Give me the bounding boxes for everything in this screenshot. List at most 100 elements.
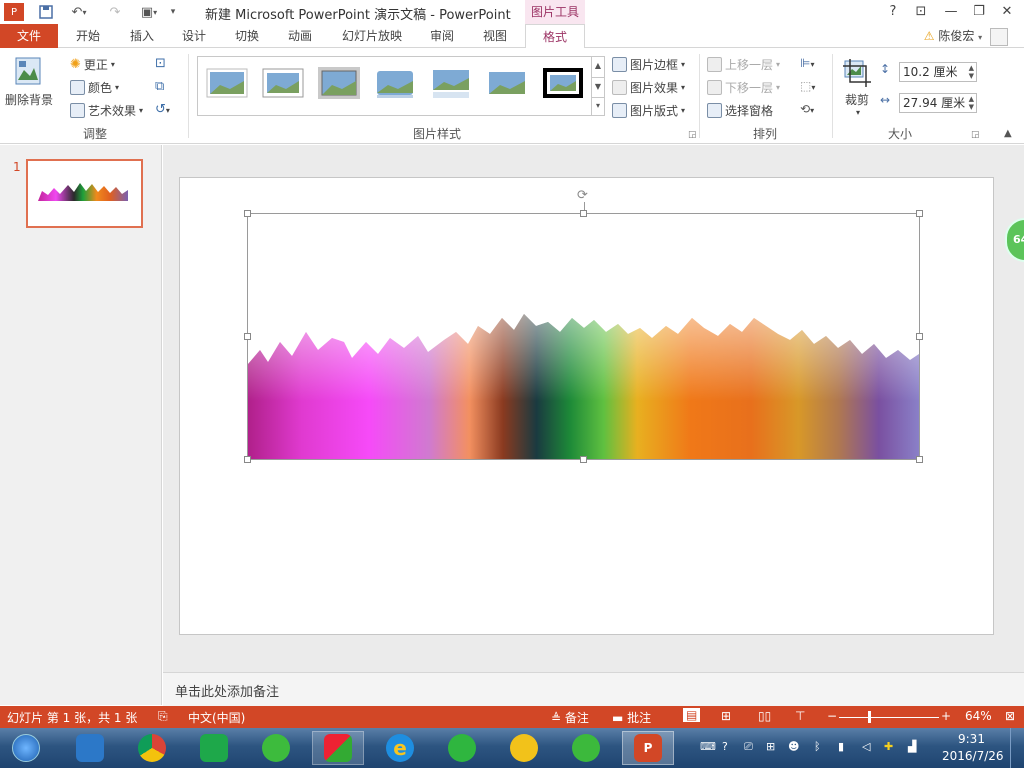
tab-home[interactable]: 开始 (62, 24, 114, 48)
style-thumbnail[interactable] (374, 67, 416, 99)
collapse-ribbon-icon[interactable]: ▲ (1004, 128, 1012, 139)
resize-handle[interactable] (580, 456, 587, 463)
gallery-scroll-down[interactable]: ▼ (591, 77, 604, 97)
crop-icon[interactable] (842, 58, 872, 88)
clock-date[interactable]: 2016/7/26 (942, 749, 1004, 763)
undo-icon[interactable]: ↶ ▾ (64, 2, 94, 22)
zoom-slider[interactable] (839, 717, 939, 718)
tab-format[interactable]: 格式 (525, 24, 585, 49)
qq-icon[interactable]: ☻ (788, 740, 799, 753)
tab-view[interactable]: 视图 (469, 24, 521, 48)
compress-pictures-icon[interactable]: ⊡ (155, 56, 166, 71)
fit-to-window-icon[interactable]: ⊠ (1005, 709, 1015, 723)
resize-handle[interactable] (244, 210, 251, 217)
save-icon[interactable] (35, 2, 57, 22)
tab-file[interactable]: 文件 (0, 24, 58, 48)
help-tray-icon[interactable]: ? (722, 740, 728, 753)
style-thumbnail[interactable] (262, 67, 304, 99)
resize-handle[interactable] (580, 210, 587, 217)
resize-handle[interactable] (916, 333, 923, 340)
minimize-button[interactable]: — (938, 2, 964, 22)
help-button[interactable]: ? (880, 2, 906, 22)
display-icon[interactable]: ⎚ (744, 740, 753, 754)
remove-background-button[interactable]: 删除背景 (5, 91, 53, 108)
green-app-taskbar-icon[interactable] (188, 731, 240, 765)
crop-button[interactable]: 裁剪 (845, 91, 869, 108)
notes-pane[interactable]: 单击此处添加备注 (163, 672, 1024, 706)
file-manager-taskbar-icon[interactable] (64, 731, 116, 765)
security-app-taskbar-icon[interactable] (560, 731, 612, 765)
language-indicator[interactable]: 中文(中国) (188, 709, 245, 726)
corrections-button[interactable]: ✺ 更正 ▾ (70, 56, 115, 73)
dropdown-icon[interactable]: ▾ (856, 108, 860, 117)
resize-handle[interactable] (916, 210, 923, 217)
selected-picture[interactable] (244, 210, 923, 463)
dialog-launcher-icon[interactable]: ◲ (971, 130, 980, 140)
powerpoint-app-icon[interactable]: P (4, 3, 24, 21)
gallery-more-button[interactable]: ▾ (591, 97, 604, 115)
start-from-beginning-icon[interactable]: ▣ ▾ (134, 2, 164, 22)
change-picture-icon[interactable]: ⧉ (155, 79, 164, 94)
puzzle-app-taskbar-icon[interactable] (312, 731, 364, 765)
browser-taskbar-icon[interactable] (250, 731, 302, 765)
chrome-taskbar-icon[interactable] (126, 731, 178, 765)
user-account[interactable]: ⚠ 陈俊宏 ▾ (924, 24, 1008, 48)
style-thumbnail[interactable] (206, 67, 248, 99)
reading-view-icon[interactable]: ▯▯ (758, 709, 771, 723)
notes-toggle-button[interactable]: ≜ 备注 (551, 709, 589, 726)
close-button[interactable]: ✕ (994, 2, 1020, 22)
style-thumbnail[interactable] (486, 67, 528, 99)
selection-pane-button[interactable]: 选择窗格 (707, 102, 773, 119)
wechat-taskbar-icon[interactable] (436, 731, 488, 765)
rotate-handle-icon[interactable]: ⟳ (577, 188, 588, 203)
color-button[interactable]: 颜色 ▾ (70, 79, 119, 96)
volume-icon[interactable]: ◁ (862, 740, 870, 753)
send-backward-button[interactable]: 下移一层 ▾ (707, 79, 780, 96)
rotate-icon[interactable]: ⟲▾ (800, 102, 814, 116)
tab-insert[interactable]: 插入 (116, 24, 168, 48)
artistic-effects-button[interactable]: 艺术效果 ▾ (70, 102, 143, 119)
security-tray-icon[interactable]: ✚ (884, 740, 893, 753)
width-field[interactable]: 27.94 厘米 ▲ ▼ (899, 93, 977, 113)
normal-view-icon[interactable]: ▤ (683, 708, 701, 722)
remove-background-icon[interactable] (8, 56, 48, 90)
group-objects-icon[interactable]: ⬚▾ (800, 79, 815, 93)
gallery-scroll-up[interactable]: ▲ (591, 57, 604, 77)
zoom-out-button[interactable]: − (827, 709, 837, 723)
zoom-in-button[interactable]: + (941, 709, 951, 723)
resize-handle[interactable] (244, 456, 251, 463)
dialog-launcher-icon[interactable]: ◲ (688, 130, 697, 140)
height-field[interactable]: 10.2 厘米 ▲ ▼ (899, 62, 977, 82)
resize-handle[interactable] (916, 456, 923, 463)
bring-forward-button[interactable]: 上移一层 ▾ (707, 56, 780, 73)
network-icon[interactable]: ▟ (908, 740, 916, 753)
picture-border-button[interactable]: 图片边框 ▾ (612, 56, 685, 73)
show-desktop-button[interactable] (1010, 728, 1024, 768)
zoom-level[interactable]: 64% (965, 709, 992, 723)
reset-picture-icon[interactable]: ↺▾ (155, 102, 170, 117)
start-button[interactable] (0, 731, 52, 765)
powerpoint-taskbar-icon[interactable]: P (622, 731, 674, 765)
picture-layout-button[interactable]: 图片版式 ▾ (612, 102, 685, 119)
resize-handle[interactable] (244, 333, 251, 340)
ribbon-display-options-button[interactable]: ⊡ (908, 2, 934, 22)
width-spinner[interactable]: ▲ ▼ (969, 95, 974, 111)
height-spinner[interactable]: ▲ ▼ (969, 64, 974, 80)
clock-time[interactable]: 9:31 (958, 732, 985, 746)
redo-icon[interactable]: ↷ (104, 2, 126, 22)
battery-icon[interactable]: ▮ (838, 740, 844, 753)
internet-explorer-taskbar-icon[interactable]: e (374, 731, 426, 765)
maximize-button[interactable]: ❐ (966, 2, 992, 22)
keyboard-icon[interactable]: ⌨ (700, 740, 716, 753)
comments-toggle-button[interactable]: ▬ 批注 (612, 709, 651, 726)
slide-thumbnail[interactable] (26, 159, 143, 228)
picture-effects-button[interactable]: 图片效果 ▾ (612, 79, 685, 96)
bluetooth-icon[interactable]: ᛒ (814, 740, 821, 753)
style-thumbnail-selected[interactable] (318, 67, 360, 99)
tab-transitions[interactable]: 切换 (221, 24, 273, 48)
grid-tray-icon[interactable]: ⊞ (766, 740, 775, 753)
zoom-slider-thumb[interactable] (868, 711, 871, 723)
music-app-taskbar-icon[interactable] (498, 731, 550, 765)
style-thumbnail[interactable] (430, 67, 472, 99)
style-thumbnail[interactable] (542, 67, 584, 99)
